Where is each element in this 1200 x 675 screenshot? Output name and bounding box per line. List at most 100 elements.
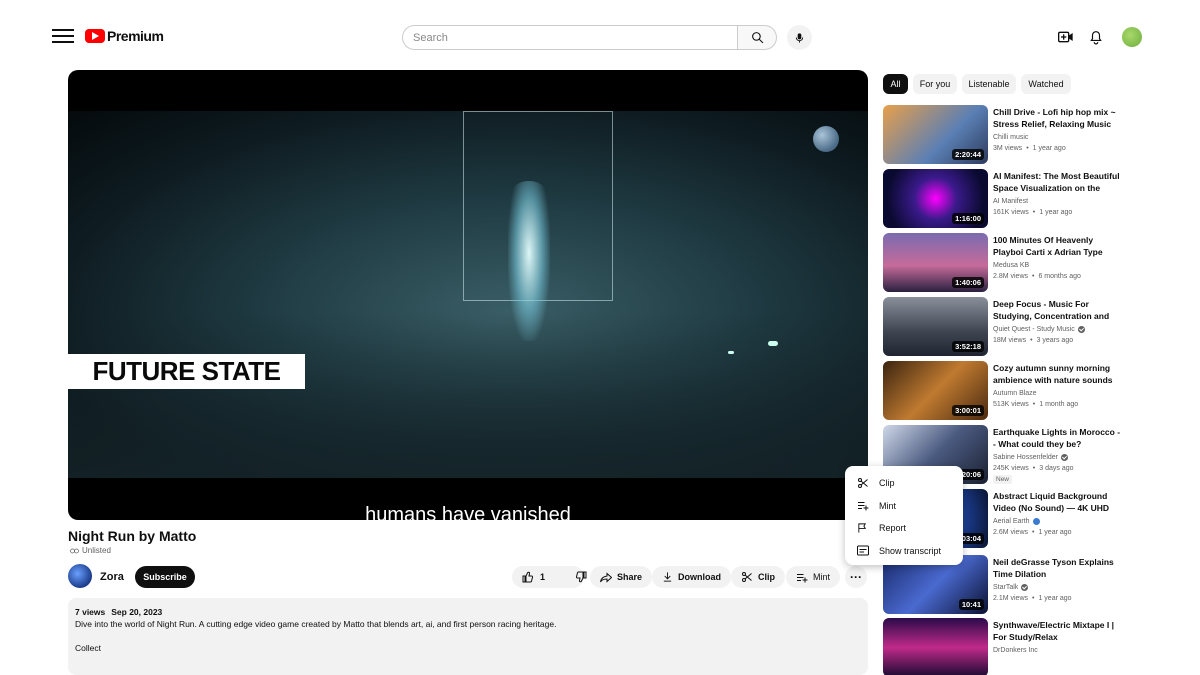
video-thumbnail[interactable]: 1:16:00 [883,169,988,228]
recommendation-title[interactable]: Deep Focus - Music For Studying, Concent… [993,298,1121,322]
menu-item-report[interactable]: Report [845,517,963,540]
view-count: 7 views [75,607,106,617]
recommendation-channel[interactable]: DrDonkers Inc [993,647,1038,654]
menu-item-show-transcript[interactable]: Show transcript [845,540,963,563]
verified-icon [1061,454,1068,461]
account-avatar[interactable] [1122,27,1142,47]
views-label: 2.6M views [993,529,1029,536]
video-thumbnail[interactable]: 3:52:18 [883,297,988,356]
views-label: 161K views [993,209,1029,216]
age-label: 1 year ago [1032,145,1066,152]
video-frame: FUTURE STATE humans have vanished [68,111,868,520]
video-thumbnail[interactable]: 2:20:44 [883,105,988,164]
masthead: Premium Search [0,0,1200,72]
menu-item-mint[interactable]: Mint [845,495,963,518]
unlisted-badge: Unlisted [70,546,111,555]
upload-date: Sep 20, 2023 [111,607,163,617]
channel-label: Sabine Hossenfelder [993,454,1058,461]
search-button[interactable] [737,25,777,50]
channel-name[interactable]: Zora [100,571,124,583]
playlist-add-icon [797,573,808,582]
channel-label: DrDonkers Inc [993,647,1038,654]
share-icon [600,571,612,583]
guide-menu-button[interactable] [52,26,74,46]
chip-for-you[interactable]: For you [913,74,957,94]
duration-badge: 10:41 [958,599,984,610]
recommendation-channel[interactable]: Medusa KB [993,262,1029,269]
link-icon [70,548,79,553]
recommendation-title[interactable]: Cozy autumn sunny morning ambience with … [993,362,1121,386]
recommendation-item[interactable]: 2:20:44 Chill Drive - Lofi hip hop mix ~… [883,105,1123,165]
download-button[interactable]: Download [652,566,731,588]
age-label: 1 year ago [1039,209,1073,216]
distant-light [768,341,778,346]
recommendation-channel[interactable]: Quiet Quest - Study Music [993,326,1085,333]
share-button[interactable]: Share [590,566,653,588]
recommendation-title[interactable]: Abstract Liquid Background Video (No Sou… [993,490,1121,514]
clip-button[interactable]: Clip [731,566,785,588]
search-placeholder: Search [413,31,448,44]
recommendation-title[interactable]: 100 Minutes Of Heavenly Playboi Carti x … [993,234,1121,258]
video-thumbnail[interactable] [883,618,988,675]
recommendation-item[interactable]: 3:52:18 Deep Focus - Music For Studying,… [883,297,1123,357]
recommendation-meta: 2.6M views • 1 year ago [993,529,1072,536]
download-label: Download [678,572,721,582]
more-actions-button[interactable]: ··· [845,566,867,588]
chip-all[interactable]: All [883,74,908,94]
voice-search-button[interactable] [787,25,812,50]
recommendation-item[interactable]: 3:00:01 Cozy autumn sunny morning ambien… [883,361,1123,421]
age-label: 3 years ago [1036,337,1074,344]
duration-badge: 3:00:01 [952,405,984,416]
chip-listenable[interactable]: Listenable [962,74,1016,94]
recommendation-title[interactable]: Neil deGrasse Tyson Explains Time Dilati… [993,556,1121,580]
channel-label: Aerial Earth [993,518,1030,525]
video-caption: humans have vanished [365,504,571,520]
recommendation-item[interactable]: 1:40:06 100 Minutes Of Heavenly Playboi … [883,233,1123,293]
views-label: 18M views [993,337,1027,344]
chip-watched[interactable]: Watched [1021,74,1071,94]
menu-item-label: Report [879,523,907,534]
recommendation-title[interactable]: AI Manifest: The Most Beautiful Space Vi… [993,170,1121,194]
video-player[interactable]: FUTURE STATE humans have vanished [68,70,868,520]
recommendation-channel[interactable]: Chilli music [993,134,1028,141]
recommendation-item[interactable]: 1:16:00 AI Manifest: The Most Beautiful … [883,169,1123,229]
recommendation-channel[interactable]: AI Manifest [993,198,1028,205]
recommendation-meta: 161K views • 1 year ago [993,209,1073,216]
recommendation-channel[interactable]: StarTalk [993,584,1029,591]
playlist-add-icon [856,499,869,512]
recommendation-channel[interactable]: Sabine Hossenfelder [993,454,1068,461]
channel-label: Medusa KB [993,262,1030,269]
mint-button[interactable]: Mint [786,566,841,588]
create-button[interactable] [1056,27,1076,47]
microphone-icon [795,32,804,43]
download-icon [663,572,672,582]
like-button[interactable]: 1 [512,566,555,588]
clip-label: Clip [758,572,775,582]
description-box[interactable]: 7 views Sep 20, 2023 Dive into the world … [68,598,868,675]
notifications-button[interactable] [1086,27,1106,47]
views-label: 2.8M views [993,273,1029,280]
recommendation-title[interactable]: Earthquake Lights in Morocco -- What cou… [993,426,1121,450]
recommendation-channel[interactable]: Autumn Blaze [993,390,1037,397]
moon-orb [813,126,839,152]
search-input[interactable]: Search [402,25,738,50]
recommendation-item[interactable]: Synthwave/Electric Mixtape I | For Study… [883,618,1123,675]
recommendation-channel[interactable]: Aerial Earth [993,518,1040,525]
video-thumbnail[interactable]: 3:00:01 [883,361,988,420]
youtube-logo[interactable]: Premium [85,28,164,44]
menu-item-clip[interactable]: Clip [845,472,963,495]
globe-icon [1032,518,1040,525]
more-horizontal-icon: ··· [850,570,862,584]
subscribe-button[interactable]: Subscribe [135,566,195,588]
views-label: 245K views [993,465,1029,472]
video-thumbnail[interactable]: 1:40:06 [883,233,988,292]
search-icon [751,32,763,44]
recommendation-meta: 18M views • 3 years ago [993,337,1074,344]
play-logo-icon [85,29,105,43]
verified-icon [1021,584,1029,591]
recommendation-title[interactable]: Synthwave/Electric Mixtape I | For Study… [993,619,1121,643]
channel-avatar[interactable] [68,564,92,588]
recommendation-title[interactable]: Chill Drive - Lofi hip hop mix ~ Stress … [993,106,1121,130]
menu-item-label: Clip [879,478,895,489]
video-banner: FUTURE STATE [68,354,305,389]
